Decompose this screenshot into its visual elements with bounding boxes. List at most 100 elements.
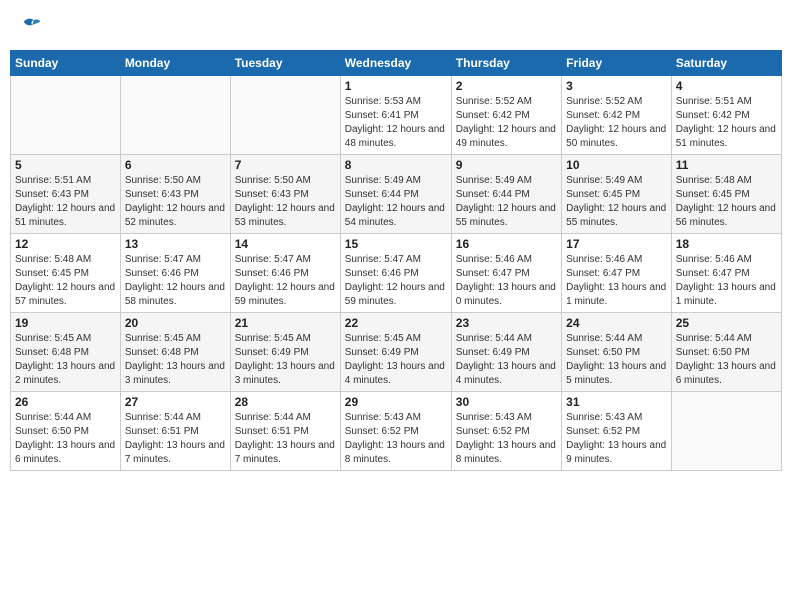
calendar-cell-4-5: 23 Sunrise: 5:44 AMSunset: 6:49 PMDayligh… (451, 313, 561, 392)
calendar-cell-5-5: 30 Sunrise: 5:43 AMSunset: 6:52 PMDayligh… (451, 392, 561, 471)
calendar-cell-2-1: 5 Sunrise: 5:51 AMSunset: 6:43 PMDaylight… (11, 155, 121, 234)
day-detail: Sunrise: 5:52 AMSunset: 6:42 PMDaylight:… (456, 95, 557, 151)
calendar-cell-2-7: 11 Sunrise: 5:48 AMSunset: 6:45 PMDayligh… (671, 155, 781, 234)
day-detail: Sunrise: 5:50 AMSunset: 6:43 PMDaylight:… (235, 174, 336, 230)
calendar-cell-3-1: 12Sunrise: 5:48 AMSunset: 6:45 PMDayligh… (11, 234, 121, 313)
calendar-cell-4-7: 25Sunrise: 5:44 AMSunset: 6:50 PMDayligh… (671, 313, 781, 392)
day-number: 8 (345, 158, 447, 172)
calendar-cell-3-2: 13 Sunrise: 5:47 AMSunset: 6:46 PMDayligh… (120, 234, 230, 313)
day-number: 22 (345, 316, 447, 330)
day-number: 6 (125, 158, 226, 172)
calendar-cell-5-1: 26 Sunrise: 5:44 AMSunset: 6:50 PMDayligh… (11, 392, 121, 471)
day-detail: Sunrise: 5:43 AMSunset: 6:52 PMDaylight:… (345, 411, 447, 467)
weekday-header-wednesday: Wednesday (340, 51, 451, 76)
calendar-cell-4-6: 24 Sunrise: 5:44 AMSunset: 6:50 PMDayligh… (562, 313, 672, 392)
day-detail: Sunrise: 5:43 AMSunset: 6:52 PMDaylight:… (456, 411, 557, 467)
calendar-cell-5-3: 28 Sunrise: 5:44 AMSunset: 6:51 PMDayligh… (230, 392, 340, 471)
weekday-header-thursday: Thursday (451, 51, 561, 76)
day-detail: Sunrise: 5:47 AMSunset: 6:46 PMDaylight:… (345, 253, 447, 309)
day-number: 9 (456, 158, 557, 172)
day-number: 12 (15, 237, 116, 251)
day-number: 28 (235, 395, 336, 409)
day-number: 11 (676, 158, 777, 172)
logo (20, 15, 42, 35)
day-detail: Sunrise: 5:49 AMSunset: 6:45 PMDaylight:… (566, 174, 667, 230)
weekday-header-sunday: Sunday (11, 51, 121, 76)
calendar-cell-4-3: 21 Sunrise: 5:45 AMSunset: 6:49 PMDayligh… (230, 313, 340, 392)
day-number: 29 (345, 395, 447, 409)
day-detail: Sunrise: 5:44 AMSunset: 6:50 PMDaylight:… (15, 411, 116, 467)
day-detail: Sunrise: 5:44 AMSunset: 6:51 PMDaylight:… (125, 411, 226, 467)
calendar-cell-2-6: 10 Sunrise: 5:49 AMSunset: 6:45 PMDayligh… (562, 155, 672, 234)
day-detail: Sunrise: 5:46 AMSunset: 6:47 PMDaylight:… (676, 253, 777, 309)
calendar-cell-4-4: 22 Sunrise: 5:45 AMSunset: 6:49 PMDayligh… (340, 313, 451, 392)
day-detail: Sunrise: 5:44 AMSunset: 6:50 PMDaylight:… (566, 332, 667, 388)
calendar-cell-1-6: 3Sunrise: 5:52 AMSunset: 6:42 PMDaylight… (562, 76, 672, 155)
day-number: 18 (676, 237, 777, 251)
calendar-cell-5-6: 31 Sunrise: 5:43 AMSunset: 6:52 PMDayligh… (562, 392, 672, 471)
calendar-cell-4-2: 20 Sunrise: 5:45 AMSunset: 6:48 PMDayligh… (120, 313, 230, 392)
day-number: 19 (15, 316, 116, 330)
day-number: 3 (566, 79, 667, 93)
calendar-cell-3-5: 16 Sunrise: 5:46 AMSunset: 6:47 PMDayligh… (451, 234, 561, 313)
calendar-cell-5-4: 29 Sunrise: 5:43 AMSunset: 6:52 PMDayligh… (340, 392, 451, 471)
day-detail: Sunrise: 5:44 AMSunset: 6:51 PMDaylight:… (235, 411, 336, 467)
calendar-cell-5-7 (671, 392, 781, 471)
day-detail: Sunrise: 5:45 AMSunset: 6:49 PMDaylight:… (235, 332, 336, 388)
day-number: 27 (125, 395, 226, 409)
day-number: 5 (15, 158, 116, 172)
calendar-week-4: 19 Sunrise: 5:45 AMSunset: 6:48 PMDayligh… (11, 313, 782, 392)
day-detail: Sunrise: 5:53 AMSunset: 6:41 PMDaylight:… (345, 95, 447, 151)
calendar-week-1: 1Sunrise: 5:53 AMSunset: 6:41 PMDaylight… (11, 76, 782, 155)
day-detail: Sunrise: 5:45 AMSunset: 6:48 PMDaylight:… (125, 332, 226, 388)
day-number: 17 (566, 237, 667, 251)
day-detail: Sunrise: 5:50 AMSunset: 6:43 PMDaylight:… (125, 174, 226, 230)
calendar-cell-1-1 (11, 76, 121, 155)
calendar-table: SundayMondayTuesdayWednesdayThursdayFrid… (10, 50, 782, 471)
day-detail: Sunrise: 5:46 AMSunset: 6:47 PMDaylight:… (456, 253, 557, 309)
calendar-cell-2-3: 7 Sunrise: 5:50 AMSunset: 6:43 PMDaylight… (230, 155, 340, 234)
calendar-cell-1-3 (230, 76, 340, 155)
calendar-cell-1-2 (120, 76, 230, 155)
calendar-cell-3-7: 18 Sunrise: 5:46 AMSunset: 6:47 PMDayligh… (671, 234, 781, 313)
day-number: 23 (456, 316, 557, 330)
day-detail: Sunrise: 5:51 AMSunset: 6:43 PMDaylight:… (15, 174, 116, 230)
day-detail: Sunrise: 5:45 AMSunset: 6:49 PMDaylight:… (345, 332, 447, 388)
day-number: 16 (456, 237, 557, 251)
day-number: 13 (125, 237, 226, 251)
day-number: 31 (566, 395, 667, 409)
weekday-header-friday: Friday (562, 51, 672, 76)
day-detail: Sunrise: 5:44 AMSunset: 6:49 PMDaylight:… (456, 332, 557, 388)
day-number: 14 (235, 237, 336, 251)
day-detail: Sunrise: 5:49 AMSunset: 6:44 PMDaylight:… (345, 174, 447, 230)
calendar-cell-4-1: 19Sunrise: 5:45 AMSunset: 6:48 PMDayligh… (11, 313, 121, 392)
day-detail: Sunrise: 5:47 AMSunset: 6:46 PMDaylight:… (125, 253, 226, 309)
weekday-header-monday: Monday (120, 51, 230, 76)
day-detail: Sunrise: 5:43 AMSunset: 6:52 PMDaylight:… (566, 411, 667, 467)
day-number: 26 (15, 395, 116, 409)
calendar-cell-2-4: 8 Sunrise: 5:49 AMSunset: 6:44 PMDaylight… (340, 155, 451, 234)
day-number: 30 (456, 395, 557, 409)
day-detail: Sunrise: 5:49 AMSunset: 6:44 PMDaylight:… (456, 174, 557, 230)
page-header (10, 10, 782, 40)
calendar-cell-2-5: 9 Sunrise: 5:49 AMSunset: 6:44 PMDaylight… (451, 155, 561, 234)
calendar-week-3: 12Sunrise: 5:48 AMSunset: 6:45 PMDayligh… (11, 234, 782, 313)
calendar-cell-3-6: 17 Sunrise: 5:46 AMSunset: 6:47 PMDayligh… (562, 234, 672, 313)
day-detail: Sunrise: 5:44 AMSunset: 6:50 PMDaylight:… (676, 332, 777, 388)
calendar-week-5: 26 Sunrise: 5:44 AMSunset: 6:50 PMDayligh… (11, 392, 782, 471)
calendar-cell-1-4: 1Sunrise: 5:53 AMSunset: 6:41 PMDaylight… (340, 76, 451, 155)
calendar-cell-3-3: 14 Sunrise: 5:47 AMSunset: 6:46 PMDayligh… (230, 234, 340, 313)
day-number: 10 (566, 158, 667, 172)
day-number: 20 (125, 316, 226, 330)
day-number: 21 (235, 316, 336, 330)
day-number: 7 (235, 158, 336, 172)
calendar-cell-1-5: 2Sunrise: 5:52 AMSunset: 6:42 PMDaylight… (451, 76, 561, 155)
calendar-cell-3-4: 15Sunrise: 5:47 AMSunset: 6:46 PMDayligh… (340, 234, 451, 313)
day-detail: Sunrise: 5:46 AMSunset: 6:47 PMDaylight:… (566, 253, 667, 309)
day-detail: Sunrise: 5:48 AMSunset: 6:45 PMDaylight:… (676, 174, 777, 230)
weekday-header-row: SundayMondayTuesdayWednesdayThursdayFrid… (11, 51, 782, 76)
weekday-header-saturday: Saturday (671, 51, 781, 76)
day-number: 24 (566, 316, 667, 330)
day-detail: Sunrise: 5:47 AMSunset: 6:46 PMDaylight:… (235, 253, 336, 309)
calendar-cell-5-2: 27 Sunrise: 5:44 AMSunset: 6:51 PMDayligh… (120, 392, 230, 471)
